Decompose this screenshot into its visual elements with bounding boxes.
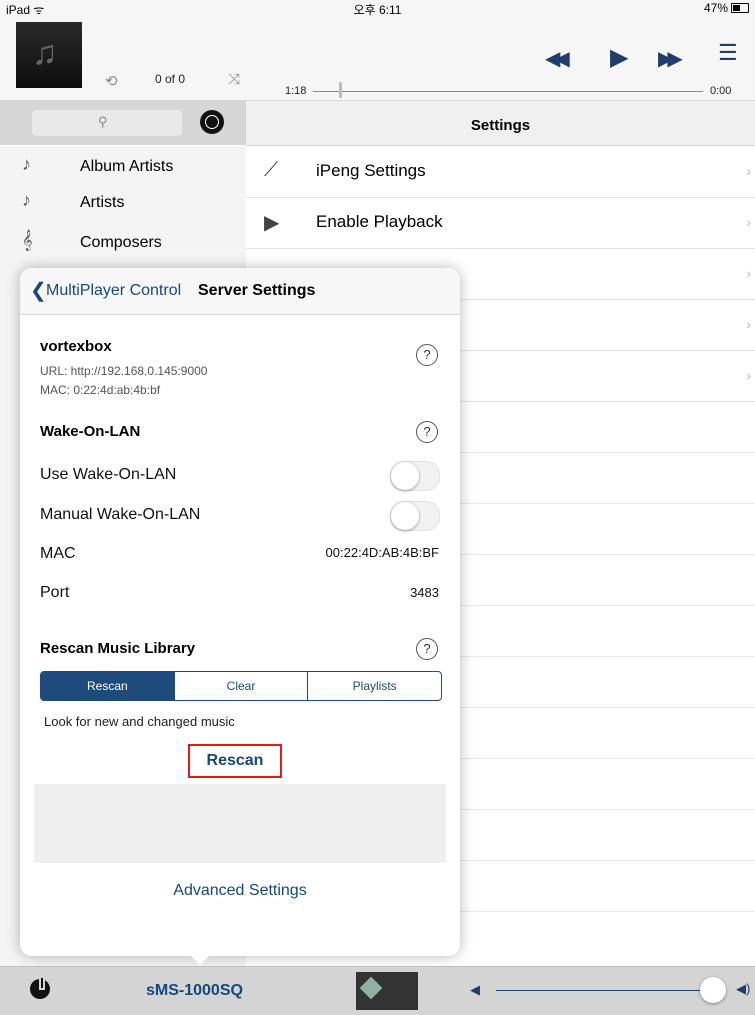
rescan-title: Rescan Music Library xyxy=(40,640,196,657)
settings-row-label: iPeng Settings xyxy=(316,161,426,180)
chevron-left-icon[interactable]: ❮ xyxy=(30,278,47,303)
status-bar: iPad ᯤ 오후 6:11 47% xyxy=(0,0,755,17)
back-button[interactable]: MultiPlayer Control xyxy=(46,282,181,300)
now-playing-bar: ♫ ⟲ 0 of 0 ⤨ 1:18 0:00 ◀◀ ▶ ▶▶ ☰ xyxy=(0,16,755,101)
play-icon[interactable]: ▶ xyxy=(610,43,628,72)
music-note-icon: ♫ xyxy=(32,34,58,72)
popover-title: Server Settings xyxy=(198,282,316,299)
rescan-description: Look for new and changed music xyxy=(44,714,235,729)
search-input[interactable]: ⚲ xyxy=(32,110,182,136)
album-artists-icon: ♪ xyxy=(22,154,31,174)
remaining-time: 0:00 xyxy=(710,85,732,97)
port-field[interactable]: 3483 xyxy=(380,578,444,608)
library-item-composers[interactable]: 𝄞 Composers xyxy=(0,226,246,262)
settings-header: Settings xyxy=(246,101,755,146)
segment-rescan[interactable]: Rescan xyxy=(41,672,175,700)
progress-slider[interactable] xyxy=(313,91,703,92)
wol-title: Wake-On-LAN xyxy=(40,423,141,440)
manual-wol-label: Manual Wake-On-LAN xyxy=(40,506,201,523)
composers-icon: 𝄞 xyxy=(22,230,33,250)
battery-icon xyxy=(731,3,749,13)
library-item-label: Artists xyxy=(80,194,125,211)
album-art[interactable]: ♫ xyxy=(16,22,82,88)
volume-knob[interactable] xyxy=(700,977,726,1003)
server-mac: MAC: 0:22:4d:ab:4b:bf xyxy=(40,383,161,397)
fast-forward-icon[interactable]: ▶▶ xyxy=(658,46,683,71)
playlist-menu-icon[interactable]: ☰ xyxy=(718,40,738,66)
settings-row-label: Enable Playback xyxy=(316,212,443,231)
toggle-knob xyxy=(391,462,419,490)
popover-arrow xyxy=(188,953,212,965)
rescan-button[interactable]: Rescan xyxy=(188,744,282,778)
rescan-mode-segmented-control: Rescan Clear Playlists xyxy=(40,671,442,701)
segment-clear[interactable]: Clear xyxy=(175,672,309,700)
chevron-right-icon: › xyxy=(746,163,751,179)
volume-slider[interactable] xyxy=(496,990,714,991)
player-select[interactable]: sMS-1000SQ xyxy=(146,982,243,1000)
playback-icon: ▶ xyxy=(264,212,280,234)
port-label: Port xyxy=(40,584,70,601)
chevron-right-icon: › xyxy=(746,367,751,383)
ipeng-icon: ⟋ xyxy=(264,159,278,181)
settings-row-enable-playback[interactable]: ▶ Enable Playback › xyxy=(246,197,755,249)
library-item-label: Album Artists xyxy=(80,158,174,175)
segment-playlists[interactable]: Playlists xyxy=(308,672,441,700)
battery-percent: 47% xyxy=(703,1,728,15)
library-search-bar: ⚲ xyxy=(0,101,246,145)
search-icon: ⚲ xyxy=(98,114,108,129)
server-settings-popover: ❮ MultiPlayer Control Server Settings vo… xyxy=(20,268,460,956)
help-icon[interactable]: ? xyxy=(416,421,438,443)
track-count: 0 of 0 xyxy=(155,72,186,86)
elapsed-time: 1:18 xyxy=(285,85,307,97)
volume-low-icon: ◀ xyxy=(470,982,480,997)
server-name: vortexbox xyxy=(40,338,112,355)
use-wol-label: Use Wake-On-LAN xyxy=(40,466,177,483)
help-icon[interactable]: ? xyxy=(416,638,438,660)
library-item-album-artists[interactable]: ♪ Album Artists xyxy=(0,150,246,186)
player-bar: sMS-1000SQ ◀ ◀) xyxy=(0,966,755,1015)
now-playing-thumbnail[interactable] xyxy=(356,972,418,1010)
use-wol-toggle[interactable] xyxy=(390,461,440,491)
shuffle-icon[interactable]: ⤨ xyxy=(228,71,240,88)
chevron-right-icon: › xyxy=(746,214,751,230)
chevron-right-icon: › xyxy=(746,316,751,332)
chevron-right-icon: › xyxy=(746,265,751,281)
globe-icon[interactable] xyxy=(200,110,224,134)
rescan-status-area xyxy=(34,784,446,863)
mac-label: MAC xyxy=(40,545,76,562)
mac-field[interactable]: 00:22:4D:AB:4B:BF xyxy=(288,538,444,568)
popover-header: ❮ MultiPlayer Control Server Settings xyxy=(20,268,460,315)
artists-icon: ♪ xyxy=(22,190,31,210)
page-title: Settings xyxy=(470,117,531,134)
manual-wol-toggle[interactable] xyxy=(390,501,440,531)
settings-row-ipeng[interactable]: ⟋ iPeng Settings › xyxy=(246,146,755,198)
progress-knob[interactable] xyxy=(339,82,342,98)
library-item-artists[interactable]: ♪ Artists xyxy=(0,186,246,222)
help-icon[interactable]: ? xyxy=(416,344,438,366)
library-item-label: Composers xyxy=(80,234,162,251)
power-icon[interactable] xyxy=(30,976,50,999)
rewind-icon[interactable]: ◀◀ xyxy=(545,46,570,71)
battery-status: 47% xyxy=(704,1,749,15)
volume-high-icon: ◀) xyxy=(736,981,751,996)
advanced-settings-link[interactable]: Advanced Settings xyxy=(20,882,460,900)
server-url: URL: http://192.168.0.145:9000 xyxy=(40,364,208,378)
toggle-knob xyxy=(391,502,419,530)
repeat-icon[interactable]: ⟲ xyxy=(105,72,118,90)
